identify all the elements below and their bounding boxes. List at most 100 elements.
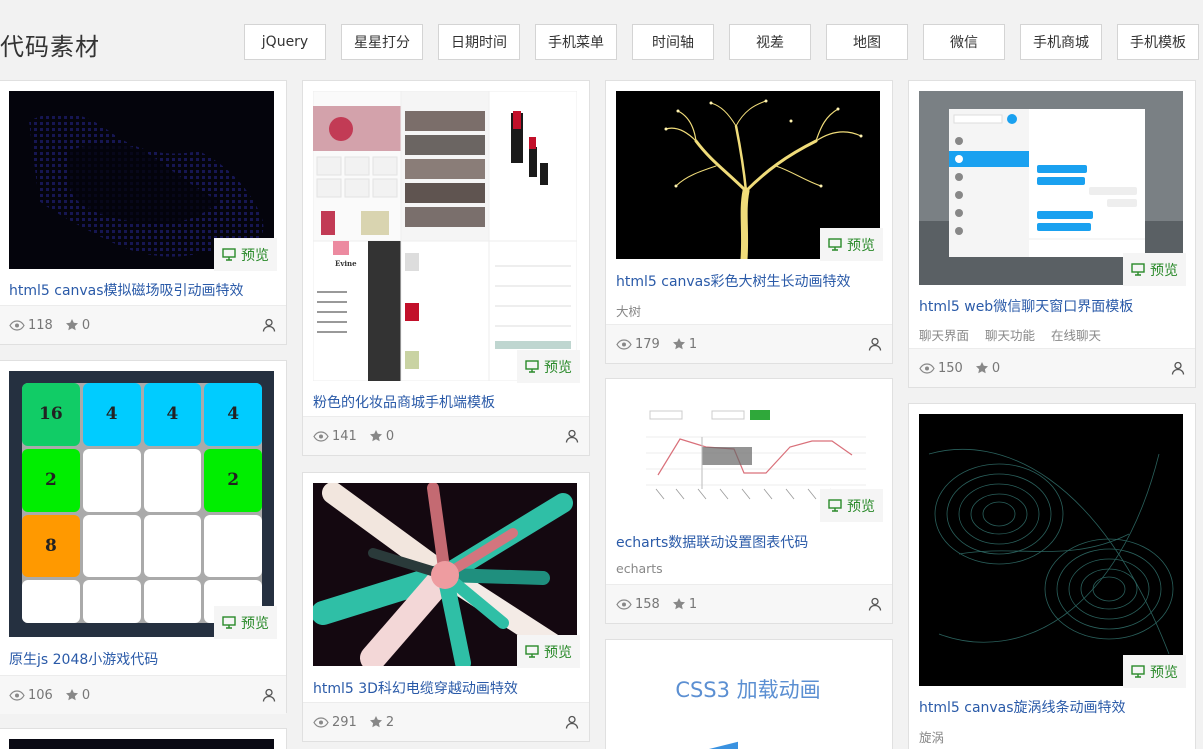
card-tag[interactable]: 旋涡 [919, 727, 944, 746]
card-cosmetics: Evine 预览 粉色的化妆品商城手机端模板 141 0 [302, 80, 590, 456]
star-count-value: 0 [385, 428, 395, 444]
card-title[interactable]: html5 web微信聊天窗口界面模板 [919, 296, 1133, 316]
eye-icon [9, 689, 25, 701]
star-count-value: 1 [688, 336, 698, 352]
card-tag[interactable]: echarts [616, 561, 663, 576]
preview-button[interactable]: 预览 [820, 228, 883, 261]
tag-datetime[interactable]: 日期时间 [438, 24, 520, 60]
star-count: 2 [369, 715, 394, 730]
card-echarts: 预览 echarts数据联动设置图表代码 echarts 158 1 [605, 378, 893, 624]
card-thumbnail[interactable]: CSS3 加载动画 [616, 650, 880, 749]
tag-mobile-menu[interactable]: 手机菜单 [535, 24, 617, 60]
star-count: 0 [65, 318, 90, 333]
card-css3-loading: CSS3 加载动画 [605, 639, 893, 749]
preview-button[interactable]: 预览 [820, 489, 883, 522]
view-count: 106 [9, 688, 53, 703]
card-tag[interactable]: 在线聊天 [1051, 325, 1101, 344]
card-title[interactable]: html5 canvas模拟磁场吸引动画特效 [9, 280, 244, 300]
game-tile [82, 514, 141, 578]
tag-wechat[interactable]: 微信 [923, 24, 1005, 60]
eye-icon [919, 362, 935, 374]
card-thumbnail[interactable] [9, 739, 274, 749]
tag-parallax[interactable]: 视差 [729, 24, 811, 60]
card-tag[interactable]: 大树 [616, 301, 641, 320]
preview-label: 预览 [544, 644, 572, 661]
tag-timeline[interactable]: 时间轴 [632, 24, 714, 60]
tag-mobile-shop[interactable]: 手机商城 [1020, 24, 1102, 60]
monitor-icon [1131, 263, 1145, 276]
preview-label: 预览 [847, 237, 875, 254]
card-thumbnail[interactable]: 16 4 4 4 2 2 8 [9, 371, 274, 637]
preview-button[interactable]: 预览 [214, 606, 277, 639]
user-icon[interactable] [262, 688, 276, 702]
card-tags: 大树 [616, 301, 641, 320]
user-icon[interactable] [565, 715, 579, 729]
monitor-icon [525, 360, 539, 373]
star-count-value: 0 [81, 687, 91, 703]
game-tile: 16 [22, 383, 80, 446]
card-footer: 150 0 [909, 348, 1195, 387]
preview-label: 预览 [544, 359, 572, 376]
preview-button[interactable]: 预览 [517, 635, 580, 668]
star-count-value: 1 [688, 596, 698, 612]
preview-button[interactable]: 预览 [1123, 253, 1186, 286]
card-footer: 291 2 [303, 702, 589, 741]
star-icon [672, 338, 685, 350]
preview-label: 预览 [1150, 664, 1178, 681]
game-tile [82, 580, 141, 623]
game-tile [143, 580, 202, 623]
star-icon [672, 598, 685, 610]
card-thumbnail[interactable] [919, 414, 1183, 686]
preview-label: 预览 [1150, 262, 1178, 279]
view-count: 179 [616, 337, 660, 352]
game-tile [82, 448, 141, 512]
view-count: 158 [616, 597, 660, 612]
cosmetics-brand-label: Evine [335, 259, 357, 268]
user-icon[interactable] [262, 318, 276, 332]
card-title[interactable]: html5 canvas旋涡线条动画特效 [919, 697, 1126, 717]
preview-button[interactable]: 预览 [1123, 655, 1186, 688]
star-count-value: 2 [385, 714, 395, 730]
card-footer: 141 0 [303, 416, 589, 455]
tag-nav: jQuery 星星打分 日期时间 手机菜单 时间轴 视差 地图 微信 手机商城 … [244, 24, 1203, 60]
user-icon[interactable] [565, 429, 579, 443]
card-title[interactable]: html5 3D科幻电缆穿越动画特效 [313, 678, 518, 698]
card-thumbnail[interactable]: Evine [313, 91, 577, 381]
site-brand[interactable]: 代码素材 [0, 27, 100, 62]
view-count-value: 150 [938, 360, 963, 376]
card-footer: 158 1 [606, 584, 892, 623]
tag-jquery[interactable]: jQuery [244, 24, 326, 60]
star-count: 0 [65, 688, 90, 703]
star-count: 0 [369, 429, 394, 444]
card-tags: 旋涡 [919, 727, 944, 746]
card-tree: 预览 html5 canvas彩色大树生长动画特效 大树 179 1 [605, 80, 893, 364]
star-icon [65, 319, 78, 331]
card-title[interactable]: 粉色的化妆品商城手机端模板 [313, 392, 495, 412]
user-icon[interactable] [1171, 361, 1185, 375]
tag-star-rating[interactable]: 星星打分 [341, 24, 423, 60]
card-title[interactable]: html5 canvas彩色大树生长动画特效 [616, 271, 851, 291]
user-icon[interactable] [868, 337, 882, 351]
eye-icon [616, 338, 632, 350]
card-title[interactable]: 原生js 2048小游戏代码 [9, 649, 158, 669]
tag-map[interactable]: 地图 [826, 24, 908, 60]
tag-mobile-template[interactable]: 手机模板 [1117, 24, 1199, 60]
preview-button[interactable]: 预览 [517, 350, 580, 383]
card-tag[interactable]: 聊天功能 [985, 325, 1035, 344]
view-count: 118 [9, 318, 53, 333]
card-footer: 106 0 [0, 675, 286, 714]
monitor-icon [525, 645, 539, 658]
card-wechat: 预览 html5 web微信聊天窗口界面模板 聊天界面 聊天功能 在线聊天 15… [908, 80, 1196, 388]
card-3d-cable: 预览 html5 3D科幻电缆穿越动画特效 291 2 [302, 472, 590, 742]
preview-button[interactable]: 预览 [214, 238, 277, 271]
card-2048: 16 4 4 4 2 2 8 预览 原生js 2048小游戏代码 106 0 [0, 360, 287, 714]
monitor-icon [1131, 665, 1145, 678]
eye-icon [9, 319, 25, 331]
card-title[interactable]: echarts数据联动设置图表代码 [616, 532, 808, 552]
star-count: 1 [672, 597, 697, 612]
card-magnetic: 预览 html5 canvas模拟磁场吸引动画特效 118 0 [0, 80, 287, 345]
card-footer: 179 1 [606, 324, 892, 363]
game-tile [22, 580, 80, 623]
card-tag[interactable]: 聊天界面 [919, 325, 969, 344]
user-icon[interactable] [868, 597, 882, 611]
